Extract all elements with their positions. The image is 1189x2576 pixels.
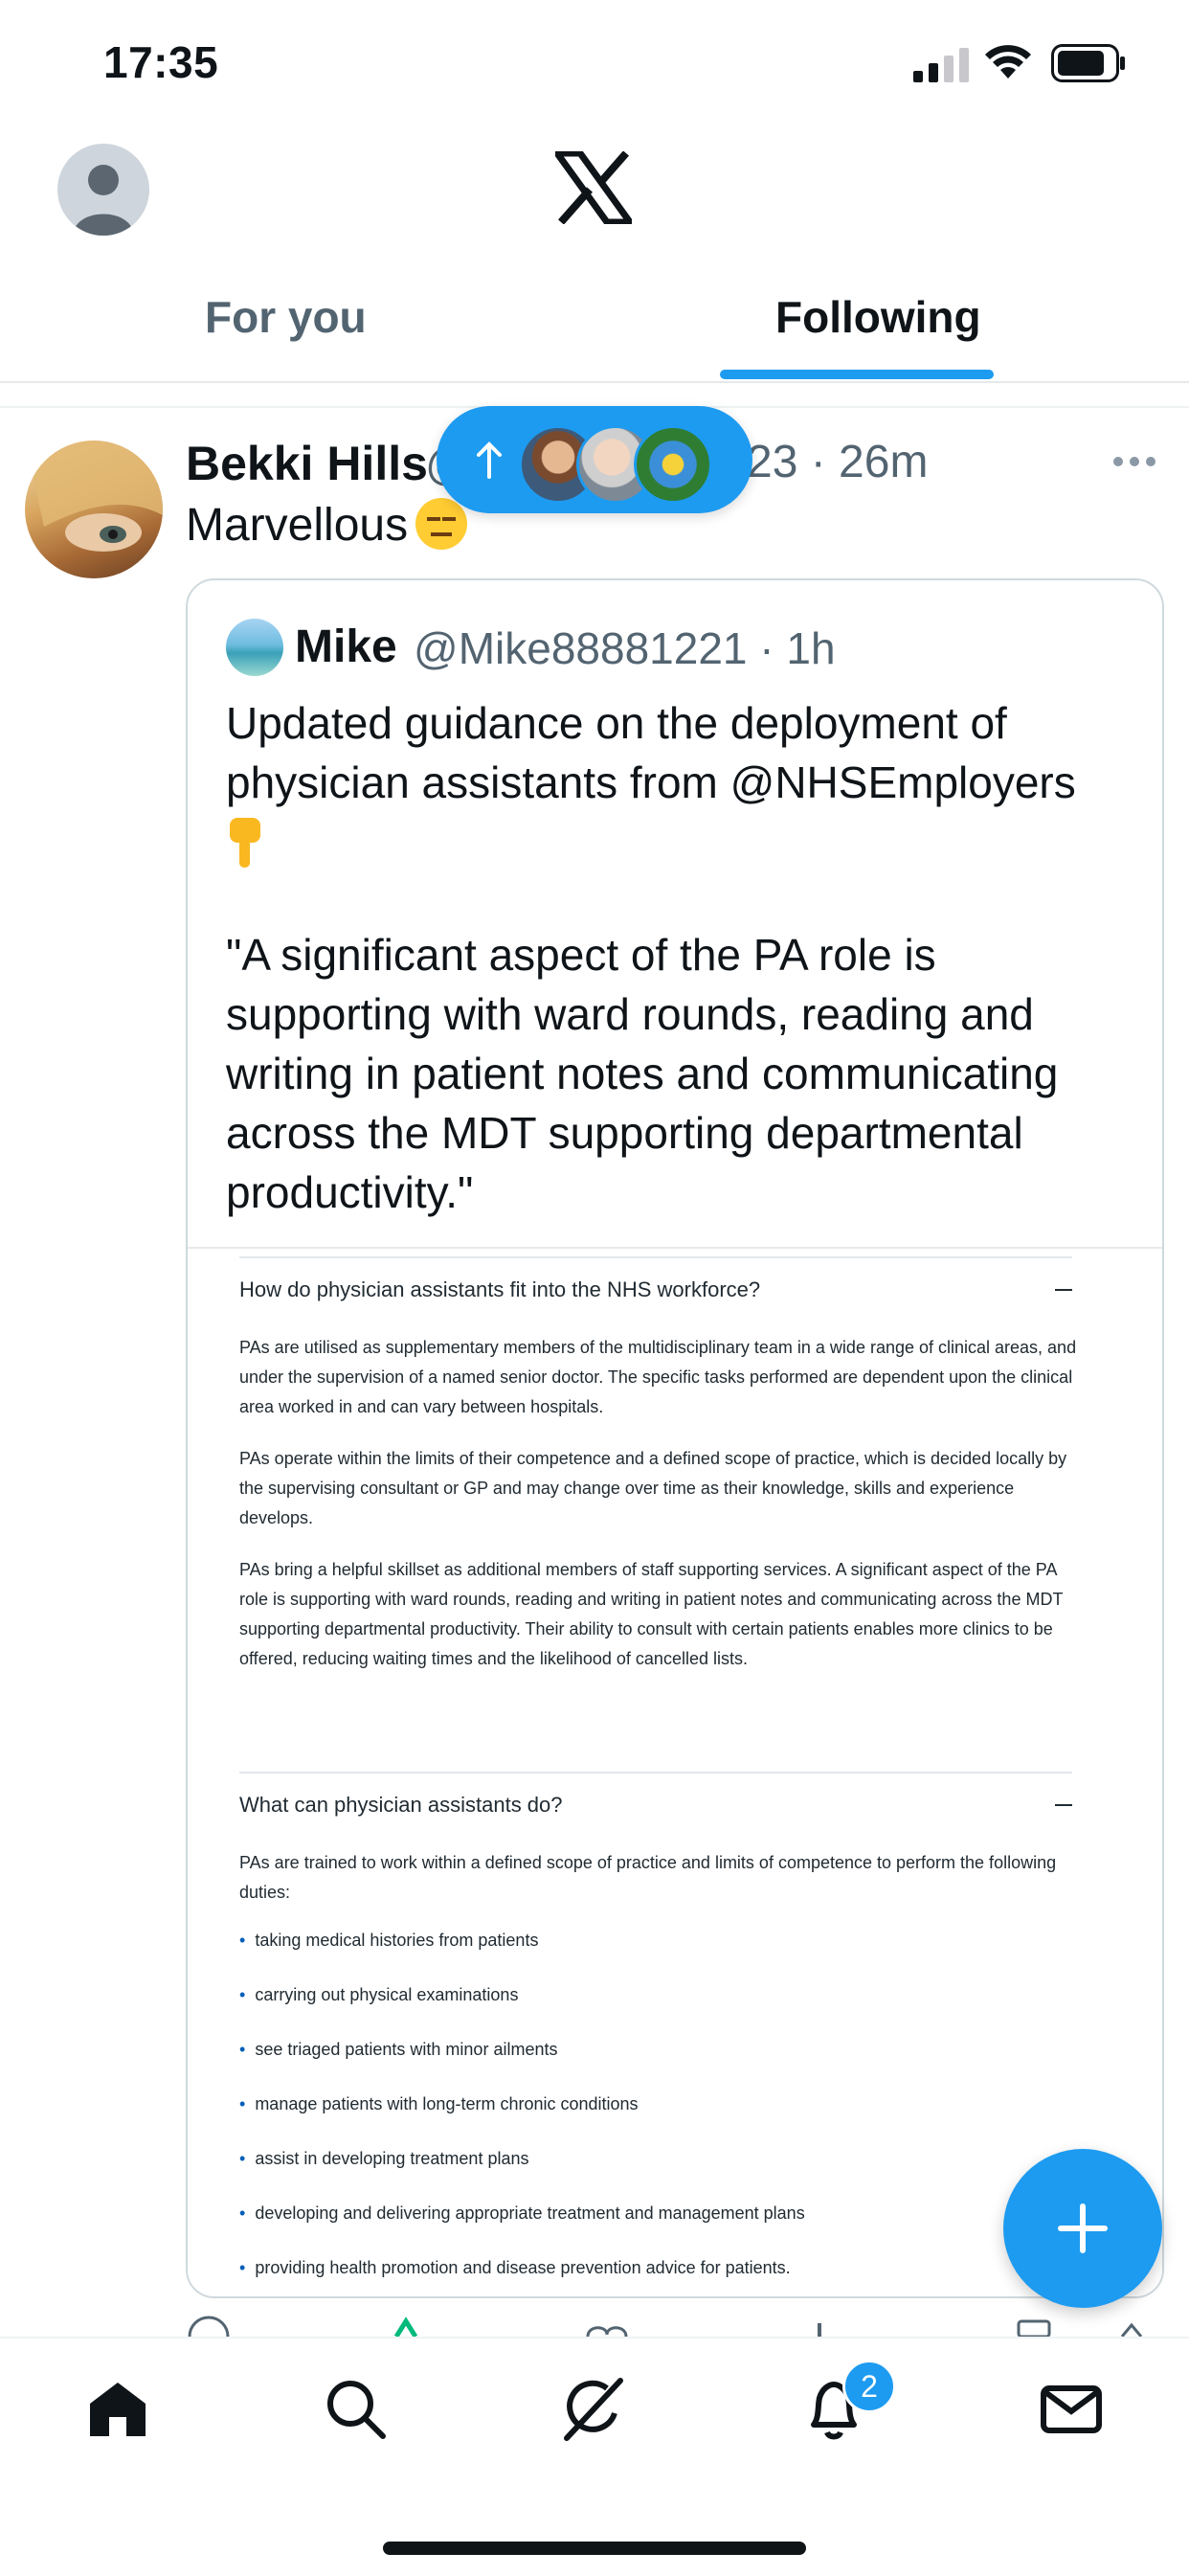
section-divider [239,1256,1072,1258]
section-divider [239,1772,1072,1774]
cellular-signal-icon [913,48,969,82]
search-icon[interactable] [322,2375,389,2442]
quote-author-name: Mike [295,621,397,672]
home-indicator[interactable] [383,2542,806,2555]
duty-list-item: assist in developing treatment plans [239,2149,528,2169]
pointing-down-emoji [230,818,260,868]
wifi-icon [985,45,1031,79]
status-time: 17:35 [103,37,219,87]
person-icon [73,165,134,236]
author-avatar[interactable] [25,441,163,578]
section1-paragraph-1: PAs are utilised as supplementary member… [239,1338,1077,1416]
collapse-minus-icon [1055,1804,1072,1806]
active-tab-indicator [720,370,994,379]
duty-list-item: taking medical histories from patients [239,1931,538,1951]
home-icon[interactable] [84,2375,151,2442]
expressionless-face-emoji [415,498,468,550]
bottom-navigation: 2 [0,2337,1189,2576]
messages-icon[interactable] [1038,2375,1105,2442]
duty-list-item: providing health promotion and disease p… [239,2258,790,2278]
duty-list-item: developing and delivering appropriate tr… [239,2203,804,2224]
profile-avatar[interactable] [57,144,149,236]
tweet-text-content: Marvellous [186,500,409,551]
tweet-actions-peek [188,2316,1143,2337]
quote-attached-image[interactable]: How do physician assistants fit into the… [188,1247,1162,2296]
notification-badge: 2 [842,2360,896,2413]
duty-list-item: manage patients with long-term chronic c… [239,2094,638,2114]
section2-title: What can physician assistants do? [239,1793,563,1817]
timeline-tabs: For you Following [0,249,1189,383]
quote-text: Updated guidance on the deployment of ph… [226,693,1145,1222]
new-posts-pill[interactable] [437,406,752,513]
battery-icon [1051,44,1125,82]
compose-button[interactable] [1003,2149,1162,2308]
section2-intro: PAs are trained to work within a defined… [239,1853,1057,1902]
section1-title: How do physician assistants fit into the… [239,1277,761,1301]
collapse-minus-icon [1055,1289,1072,1291]
section1-paragraph-2: PAs operate within the limits of their c… [239,1449,1067,1527]
x-logo-icon[interactable] [555,151,632,224]
duty-list-item: carrying out physical examinations [239,1985,518,2005]
quote-text-line2: "A significant aspect of the PA role is … [226,930,1059,1217]
arrow-up-icon [477,441,502,479]
more-options-icon[interactable] [1110,450,1158,473]
quote-author-avatar [226,619,283,676]
section1-paragraph-3: PAs bring a helpful skillset as addition… [239,1560,1064,1668]
tab-for-you[interactable]: For you [205,291,367,343]
quoted-tweet[interactable]: Mike @Mike88881221 · 1h Updated guidance… [186,578,1164,2298]
avatar-photo [25,441,163,552]
grok-icon[interactable] [559,2375,626,2442]
tweet-timestamp: 23 · 26m [747,437,929,487]
author-name[interactable]: Bekki Hills [186,436,428,491]
pill-avatar-3 [634,425,712,504]
quote-author-handle: @Mike88881221 · 1h [414,623,836,673]
tab-following[interactable]: Following [775,291,981,343]
plus-icon [1058,2203,1108,2253]
duty-list-item: see triaged patients with minor ailments [239,2040,557,2060]
quote-text-line1: Updated guidance on the deployment of ph… [226,698,1076,807]
tweet-text: Marvellous [186,498,468,552]
